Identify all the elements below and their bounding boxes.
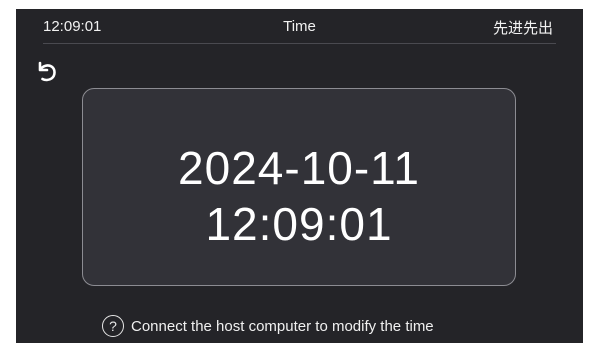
- date-display: 2024-10-11: [178, 142, 420, 194]
- back-arrow-icon: [38, 61, 56, 82]
- device-screen: 12:09:01 Time 先进先出 2024-10-11 12:09:01 ?…: [16, 9, 583, 343]
- inventory-mode-label: 先进先出: [492, 20, 553, 37]
- status-bar: 12:09:01 Time 先进先出: [16, 9, 583, 44]
- hint-message: ? Connect the host computer to modify th…: [102, 314, 434, 338]
- time-display: 12:09:01: [205, 198, 393, 250]
- hint-text: Connect the host computer to modify the …: [131, 317, 434, 335]
- status-divider: [43, 43, 556, 44]
- question-icon: ?: [102, 315, 124, 337]
- back-button[interactable]: [34, 59, 64, 89]
- datetime-card: 2024-10-11 12:09:01: [82, 88, 516, 286]
